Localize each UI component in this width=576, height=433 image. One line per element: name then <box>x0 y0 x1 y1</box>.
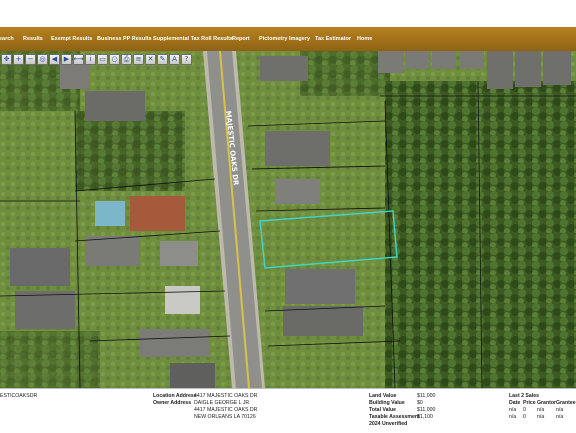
land-value-label: Land Value <box>369 393 397 399</box>
sales-header-date: Date <box>509 400 521 406</box>
total-value-label: Total Value <box>369 407 396 413</box>
header-bar <box>0 0 576 27</box>
info-icon[interactable]: ? <box>181 54 192 65</box>
zoom-in-icon[interactable]: + <box>13 54 24 65</box>
nav-results[interactable]: Results <box>23 27 43 51</box>
location-address-value: 4417 MAJESTIC OAKS DR <box>194 393 258 399</box>
zoom-out-icon[interactable]: − <box>25 54 36 65</box>
print-icon[interactable]: ⎙ <box>121 54 132 65</box>
nav-exempt-results[interactable]: Exempt Results <box>51 27 92 51</box>
aerial-map[interactable]: MAJESTIC OAKS DR <box>0 51 576 388</box>
nav-report[interactable]: Report <box>232 27 250 51</box>
clear-icon[interactable]: ✕ <box>145 54 156 65</box>
sale-1-grantor: n/a <box>537 407 545 413</box>
sale-2-grantor: n/a <box>537 414 545 420</box>
owner-street: 4417 MAJESTIC OAKS DR <box>194 407 258 413</box>
forward-icon[interactable]: ▶ <box>61 54 72 65</box>
sales-header-grantee: Grantee <box>556 400 576 406</box>
sale-1-grantee: n/a <box>556 407 564 413</box>
select-icon[interactable]: ▭ <box>97 54 108 65</box>
location-address-label: Location Address <box>153 393 197 399</box>
label-icon[interactable]: A <box>169 54 180 65</box>
identify-icon[interactable]: i <box>85 54 96 65</box>
sale-2-date: n/a <box>509 414 517 420</box>
parcel-info-panel: ESTICOAKSDR Location Address 4417 MAJEST… <box>0 388 576 433</box>
taxable-assessment: $1,100 <box>417 414 433 420</box>
sale-1-price: 0 <box>523 407 526 413</box>
nav-business-pp-results[interactable]: Business PP Results <box>97 27 152 51</box>
nav-supplemental-tax-roll-results[interactable]: Supplemental Tax Roll Results <box>153 27 233 51</box>
draw-icon[interactable]: ✎ <box>157 54 168 65</box>
owner-city: NEW ORLEANS LA 70126 <box>194 414 256 420</box>
nav-pictometry-imagery[interactable]: Pictometry Imagery <box>259 27 310 51</box>
measure-icon[interactable]: ⟷ <box>73 54 84 65</box>
buffer-icon[interactable]: ○ <box>109 54 120 65</box>
taxable-assessment-label: Taxable Assessment <box>369 414 420 420</box>
total-value: $11,000 <box>417 407 436 413</box>
nav-tax-estimator[interactable]: Tax Estimator <box>315 27 351 51</box>
land-value: $11,000 <box>417 393 436 399</box>
nav-search[interactable]: earch <box>0 27 14 51</box>
full-extent-icon[interactable]: ◎ <box>37 54 48 65</box>
parcel-id: ESTICOAKSDR <box>0 393 38 399</box>
sale-1-date: n/a <box>509 407 517 413</box>
sale-2-grantee: n/a <box>556 414 564 420</box>
sales-header-grantor: Grantor <box>537 400 557 406</box>
back-icon[interactable]: ◀ <box>49 54 60 65</box>
map-toolbar: ✥ + − ◎ ◀ ▶ ⟷ i ▭ ○ ⎙ ≡ ✕ ✎ A ? <box>0 53 193 67</box>
last-sales-title: Last 2 Sales <box>509 393 539 399</box>
nav-home[interactable]: Home <box>357 27 372 51</box>
main-nav: earch Results Exempt Results Business PP… <box>0 27 576 52</box>
sale-2-price: 0 <box>523 414 526 420</box>
aerial-imagery: MAJESTIC OAKS DR <box>0 51 576 388</box>
owner-address-label: Owner Address <box>153 400 192 406</box>
unverified-label: 2024 Unverified <box>369 421 408 427</box>
building-value: $0 <box>417 400 423 406</box>
building-value-label: Building Value <box>369 400 405 406</box>
layers-icon[interactable]: ≡ <box>133 54 144 65</box>
owner-name: DAIGLE GEORGE L JR <box>194 400 250 406</box>
sales-header-price: Price <box>523 400 536 406</box>
pan-icon[interactable]: ✥ <box>1 54 12 65</box>
